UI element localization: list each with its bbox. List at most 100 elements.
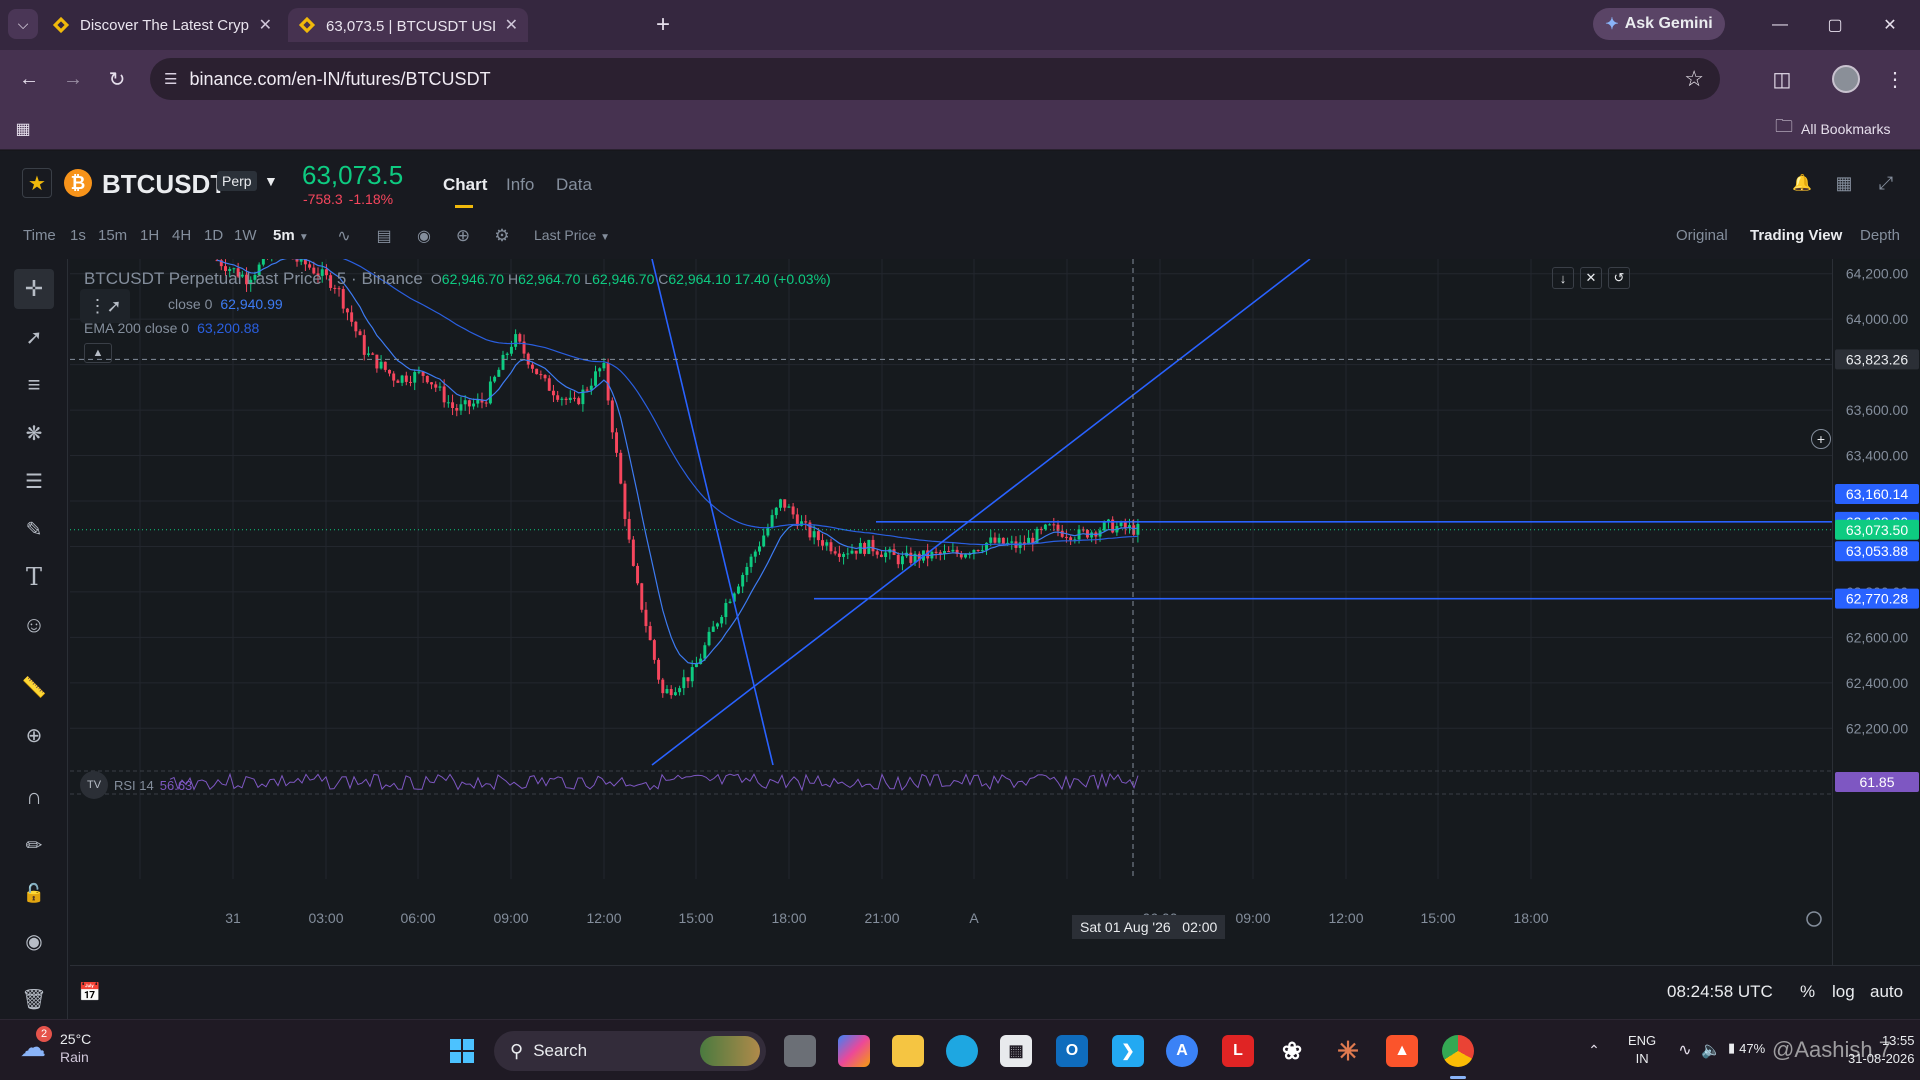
price-type-select[interactable]: Last Price ▼	[534, 227, 610, 243]
collapse-legend-icon[interactable]: ▲	[84, 343, 112, 363]
eye-icon[interactable]: ◉	[14, 921, 54, 961]
settings-icon[interactable]: ⚙	[490, 224, 514, 248]
zoom-in-icon[interactable]: ⊕	[14, 715, 54, 755]
price-chart-svg[interactable]: 3103:0006:0009:0012:0015:0018:0021:00A06…	[70, 259, 1832, 965]
minimize-button[interactable]: —	[1760, 10, 1800, 40]
url-text[interactable]: binance.com/en-IN/futures/BTCUSDT	[189, 69, 490, 90]
bookmark-star-icon[interactable]: ☆	[1684, 66, 1704, 92]
forward-arrow-icon[interactable]: →	[56, 62, 90, 96]
close-window-button[interactable]: ✕	[1870, 10, 1910, 40]
timeframe-4h[interactable]: 4H	[172, 227, 191, 244]
store-icon[interactable]: ▦	[1000, 1035, 1032, 1067]
timeframe-time[interactable]: Time	[23, 227, 56, 244]
volume-icon[interactable]: 🔈	[1700, 1038, 1722, 1062]
lock-icon[interactable]: 🔓	[14, 873, 54, 913]
goto-date-icon[interactable]: 📅	[76, 978, 104, 1006]
crosshair-tool-icon[interactable]: ✛	[14, 269, 54, 309]
tab-data[interactable]: Data	[556, 175, 592, 195]
taskbar-search-box[interactable]: ⚲ Search	[494, 1031, 766, 1071]
trendline-tool-icon[interactable]: ➚	[14, 317, 54, 357]
camera-icon[interactable]: ◉	[412, 224, 436, 248]
price-scale[interactable]: 64,200.00 64,000.00 63,823.26 63,600.00 63,4…	[1811, 259, 1920, 965]
bell-icon[interactable]: 🔔	[1790, 171, 1814, 195]
tab-info[interactable]: Info	[506, 175, 534, 195]
tab-search-button[interactable]: ⌵	[8, 9, 38, 39]
browser-tab-crypto-news[interactable]: Discover The Latest Crypto New ✕	[42, 8, 282, 42]
timeframe-15m[interactable]: 15m	[98, 227, 127, 244]
tray-chevron-icon[interactable]: ⌃	[1582, 1038, 1606, 1062]
timeframe-1h[interactable]: 1H	[140, 227, 159, 244]
vscode-icon[interactable]: ❯	[1112, 1035, 1144, 1067]
scroll-down-icon[interactable]: ↓	[1552, 267, 1574, 289]
language-indicator[interactable]: ENG IN	[1628, 1032, 1656, 1068]
chrome-icon[interactable]	[1442, 1035, 1474, 1067]
view-trading-view[interactable]: Trading View	[1750, 227, 1842, 244]
layout-grid-icon[interactable]: ▦	[1832, 171, 1856, 195]
timeframe-1d[interactable]: 1D	[204, 227, 223, 244]
log-toggle[interactable]: log	[1832, 982, 1855, 1002]
brush-tool-icon[interactable]: ✎	[14, 509, 54, 549]
symbol-dropdown-caret-icon[interactable]: ▼	[264, 173, 278, 189]
profile-avatar[interactable]	[1832, 65, 1860, 93]
file-explorer-icon[interactable]	[892, 1035, 924, 1067]
timeframe-1s[interactable]: 1s	[70, 227, 86, 244]
pattern-tool-icon[interactable]: ❋	[14, 413, 54, 453]
weather-widget[interactable]: ☁ 2 25°C Rain	[20, 1026, 91, 1066]
magnet-icon[interactable]: ∩	[14, 777, 54, 817]
all-bookmarks-button[interactable]: 🗀 All Bookmarks	[1775, 116, 1890, 142]
fullscreen-icon[interactable]: ✕	[1580, 267, 1602, 289]
fib-tool-icon[interactable]: ≡	[14, 365, 54, 405]
trash-icon[interactable]: 🗑	[14, 979, 54, 1019]
chart-canvas[interactable]: 3103:0006:0009:0012:0015:0018:0021:00A06…	[70, 259, 1832, 965]
tab-chart[interactable]: Chart	[443, 175, 487, 195]
menu-kebab-icon[interactable]: ⋮	[1880, 62, 1910, 96]
browser-tab-btcusdt[interactable]: 63,073.5 | BTCUSDT USDⓈ-Marg ✕	[288, 8, 528, 42]
windows-start-icon[interactable]	[446, 1035, 478, 1067]
wifi-icon[interactable]: ∿	[1674, 1038, 1696, 1062]
task-view-icon[interactable]	[784, 1035, 816, 1067]
ruler-tool-icon[interactable]: 📏	[14, 667, 54, 707]
reset-icon[interactable]: ↺	[1608, 267, 1630, 289]
battery-indicator[interactable]: ▮ 47%	[1728, 1040, 1765, 1056]
app-l-icon[interactable]: L	[1222, 1035, 1254, 1067]
add-icon[interactable]: ⊕	[451, 224, 475, 248]
text-tool-icon[interactable]: T	[14, 557, 54, 597]
timeframe-1w[interactable]: 1W	[234, 227, 257, 244]
brave-icon[interactable]: ▲	[1386, 1035, 1418, 1067]
app-a-icon[interactable]: A	[1166, 1035, 1198, 1067]
auto-toggle[interactable]: auto	[1870, 982, 1903, 1002]
outlook-icon[interactable]: O	[1056, 1035, 1088, 1067]
maximize-button[interactable]: ▢	[1815, 10, 1855, 40]
legend-drawing-handle[interactable]: ⋮➚	[80, 289, 130, 323]
view-depth[interactable]: Depth	[1860, 227, 1900, 244]
close-tab-icon[interactable]: ✕	[259, 15, 272, 35]
candle-type-icon[interactable]: ▤	[372, 224, 396, 248]
claude-icon[interactable]: ✳	[1332, 1035, 1364, 1067]
edit-lock-icon[interactable]: ✏	[14, 825, 54, 865]
extensions-icon[interactable]: ◫	[1765, 62, 1799, 96]
close-tab-icon[interactable]: ✕	[505, 15, 518, 35]
clock[interactable]: 13:55 31-08-2026	[1848, 1032, 1915, 1068]
reload-icon[interactable]: ↻	[100, 62, 134, 96]
copilot-icon[interactable]	[838, 1035, 870, 1067]
ask-gemini-button[interactable]: ✦ Ask Gemini	[1593, 8, 1725, 40]
site-info-icon[interactable]: ☰	[164, 70, 177, 88]
add-alert-icon[interactable]: +	[1811, 429, 1831, 449]
view-original[interactable]: Original	[1676, 227, 1728, 244]
timeframe-5m-active[interactable]: 5m ▼	[273, 227, 309, 244]
percent-toggle[interactable]: %	[1800, 982, 1815, 1002]
edge-icon[interactable]	[946, 1035, 978, 1067]
projection-tool-icon[interactable]: ☰	[14, 461, 54, 501]
new-tab-button[interactable]: +	[648, 10, 678, 40]
apps-grid-icon[interactable]: ▦	[10, 116, 36, 142]
collapse-icon[interactable]: ⤢	[1874, 171, 1898, 195]
emoji-tool-icon[interactable]: ☺	[14, 605, 54, 645]
candle-body	[484, 402, 488, 404]
symbol-name[interactable]: BTCUSDT	[102, 169, 226, 200]
favorite-star-button[interactable]: ★	[22, 168, 52, 198]
back-arrow-icon[interactable]: ←	[12, 62, 46, 96]
chatgpt-icon[interactable]: ❀	[1276, 1035, 1308, 1067]
address-bar[interactable]: ☰ binance.com/en-IN/futures/BTCUSDT ☆	[150, 58, 1720, 100]
time-axis-label: 18:00	[1513, 910, 1548, 926]
indicator-icon[interactable]: ∿	[332, 224, 356, 248]
